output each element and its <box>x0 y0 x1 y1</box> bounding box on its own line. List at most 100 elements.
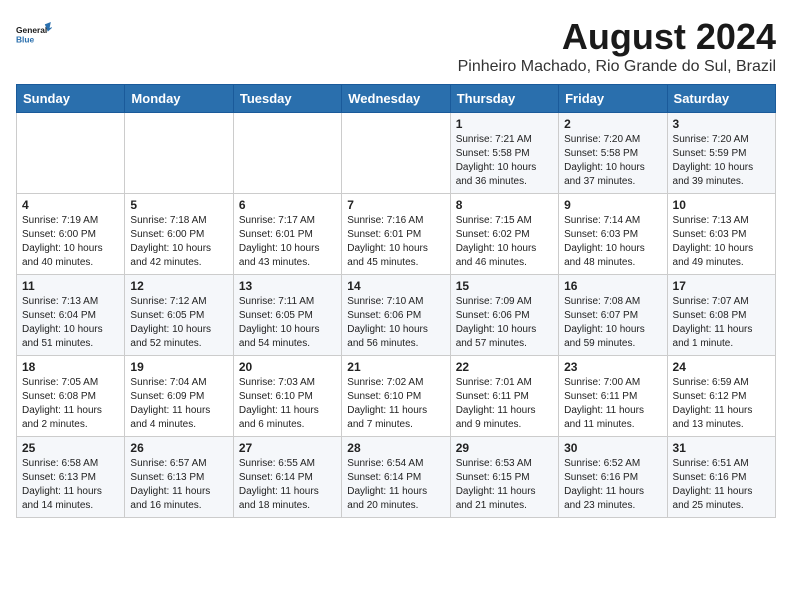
day-info: Sunrise: 7:04 AM Sunset: 6:09 PM Dayligh… <box>130 376 227 432</box>
day-info: Sunrise: 7:10 AM Sunset: 6:06 PM Dayligh… <box>347 295 444 351</box>
calendar-day-cell: 11 Sunrise: 7:13 AM Sunset: 6:04 PM Dayli… <box>17 275 125 356</box>
day-info: Sunrise: 7:17 AM Sunset: 6:01 PM Dayligh… <box>239 214 336 270</box>
day-info: Sunrise: 6:57 AM Sunset: 6:13 PM Dayligh… <box>130 457 227 513</box>
calendar-week-row: 11 Sunrise: 7:13 AM Sunset: 6:04 PM Dayli… <box>17 275 776 356</box>
calendar-day-cell: 3 Sunrise: 7:20 AM Sunset: 5:59 PM Daylig… <box>667 113 775 194</box>
calendar-day-cell: 18Sunrise: 7:05 AM Sunset: 6:08 PM Dayli… <box>17 356 125 437</box>
calendar-day-cell: 26 Sunrise: 6:57 AM Sunset: 6:13 PM Dayli… <box>125 437 233 518</box>
day-info: Sunrise: 6:52 AM Sunset: 6:16 PM Dayligh… <box>564 457 661 513</box>
calendar-day-cell: 9Sunrise: 7:14 AM Sunset: 6:03 PM Daylig… <box>559 194 667 275</box>
day-info: Sunrise: 7:12 AM Sunset: 6:05 PM Dayligh… <box>130 295 227 351</box>
day-info: Sunrise: 6:59 AM Sunset: 6:12 PM Dayligh… <box>673 376 770 432</box>
day-number: 11 <box>22 279 119 293</box>
calendar-day-cell: 15 Sunrise: 7:09 AM Sunset: 6:06 PM Dayli… <box>450 275 558 356</box>
day-info: Sunrise: 7:20 AM Sunset: 5:58 PM Dayligh… <box>564 133 661 189</box>
day-number: 5 <box>130 198 227 212</box>
calendar-day-header: Wednesday <box>342 85 450 113</box>
calendar-week-row: 4 Sunrise: 7:19 AM Sunset: 6:00 PM Daylig… <box>17 194 776 275</box>
calendar-day-cell: 12 Sunrise: 7:12 AM Sunset: 6:05 PM Dayli… <box>125 275 233 356</box>
day-info: Sunrise: 7:11 AM Sunset: 6:05 PM Dayligh… <box>239 295 336 351</box>
day-info: Sunrise: 7:01 AM Sunset: 6:11 PM Dayligh… <box>456 376 553 432</box>
calendar-day-cell: 16 Sunrise: 7:08 AM Sunset: 6:07 PM Dayli… <box>559 275 667 356</box>
day-number: 8 <box>456 198 553 212</box>
calendar-day-cell: 23 Sunrise: 7:00 AM Sunset: 6:11 PM Dayli… <box>559 356 667 437</box>
calendar-day-header: Sunday <box>17 85 125 113</box>
day-number: 26 <box>130 441 227 455</box>
day-info: Sunrise: 6:51 AM Sunset: 6:16 PM Dayligh… <box>673 457 770 513</box>
day-info: Sunrise: 7:20 AM Sunset: 5:59 PM Dayligh… <box>673 133 770 189</box>
day-number: 12 <box>130 279 227 293</box>
calendar-day-cell <box>342 113 450 194</box>
calendar-day-cell: 13 Sunrise: 7:11 AM Sunset: 6:05 PM Dayli… <box>233 275 341 356</box>
calendar-day-cell: 2 Sunrise: 7:20 AM Sunset: 5:58 PM Daylig… <box>559 113 667 194</box>
day-number: 13 <box>239 279 336 293</box>
calendar-day-cell: 24Sunrise: 6:59 AM Sunset: 6:12 PM Dayli… <box>667 356 775 437</box>
calendar-day-cell: 6Sunrise: 7:17 AM Sunset: 6:01 PM Daylig… <box>233 194 341 275</box>
location-title: Pinheiro Machado, Rio Grande do Sul, Bra… <box>458 58 776 76</box>
day-info: Sunrise: 7:08 AM Sunset: 6:07 PM Dayligh… <box>564 295 661 351</box>
day-number: 10 <box>673 198 770 212</box>
day-number: 21 <box>347 360 444 374</box>
day-info: Sunrise: 7:09 AM Sunset: 6:06 PM Dayligh… <box>456 295 553 351</box>
calendar-week-row: 25Sunrise: 6:58 AM Sunset: 6:13 PM Dayli… <box>17 437 776 518</box>
day-info: Sunrise: 7:15 AM Sunset: 6:02 PM Dayligh… <box>456 214 553 270</box>
calendar-day-header: Monday <box>125 85 233 113</box>
day-number: 25 <box>22 441 119 455</box>
day-info: Sunrise: 7:13 AM Sunset: 6:04 PM Dayligh… <box>22 295 119 351</box>
calendar-day-cell <box>17 113 125 194</box>
page-header: General Blue August 2024 Pinheiro Machad… <box>16 16 776 76</box>
day-info: Sunrise: 7:02 AM Sunset: 6:10 PM Dayligh… <box>347 376 444 432</box>
day-info: Sunrise: 7:18 AM Sunset: 6:00 PM Dayligh… <box>130 214 227 270</box>
day-number: 16 <box>564 279 661 293</box>
calendar-day-cell <box>125 113 233 194</box>
day-number: 1 <box>456 117 553 131</box>
day-info: Sunrise: 7:21 AM Sunset: 5:58 PM Dayligh… <box>456 133 553 189</box>
day-info: Sunrise: 7:03 AM Sunset: 6:10 PM Dayligh… <box>239 376 336 432</box>
day-number: 27 <box>239 441 336 455</box>
calendar-week-row: 1 Sunrise: 7:21 AM Sunset: 5:58 PM Daylig… <box>17 113 776 194</box>
day-number: 17 <box>673 279 770 293</box>
calendar-day-cell: 7 Sunrise: 7:16 AM Sunset: 6:01 PM Daylig… <box>342 194 450 275</box>
day-number: 28 <box>347 441 444 455</box>
calendar-day-header: Saturday <box>667 85 775 113</box>
calendar-day-cell: 29 Sunrise: 6:53 AM Sunset: 6:15 PM Dayli… <box>450 437 558 518</box>
day-number: 23 <box>564 360 661 374</box>
day-info: Sunrise: 6:53 AM Sunset: 6:15 PM Dayligh… <box>456 457 553 513</box>
calendar-day-cell: 10 Sunrise: 7:13 AM Sunset: 6:03 PM Dayli… <box>667 194 775 275</box>
calendar-week-row: 18Sunrise: 7:05 AM Sunset: 6:08 PM Dayli… <box>17 356 776 437</box>
day-number: 22 <box>456 360 553 374</box>
calendar-day-cell: 27Sunrise: 6:55 AM Sunset: 6:14 PM Dayli… <box>233 437 341 518</box>
day-number: 3 <box>673 117 770 131</box>
day-info: Sunrise: 7:13 AM Sunset: 6:03 PM Dayligh… <box>673 214 770 270</box>
calendar-table: SundayMondayTuesdayWednesdayThursdayFrid… <box>16 84 776 518</box>
calendar-day-cell: 20Sunrise: 7:03 AM Sunset: 6:10 PM Dayli… <box>233 356 341 437</box>
calendar-header-row: SundayMondayTuesdayWednesdayThursdayFrid… <box>17 85 776 113</box>
day-info: Sunrise: 7:14 AM Sunset: 6:03 PM Dayligh… <box>564 214 661 270</box>
calendar-day-cell: 21 Sunrise: 7:02 AM Sunset: 6:10 PM Dayli… <box>342 356 450 437</box>
calendar-day-cell: 14 Sunrise: 7:10 AM Sunset: 6:06 PM Dayli… <box>342 275 450 356</box>
calendar-day-cell: 4 Sunrise: 7:19 AM Sunset: 6:00 PM Daylig… <box>17 194 125 275</box>
logo: General Blue <box>16 16 52 52</box>
calendar-day-cell: 19Sunrise: 7:04 AM Sunset: 6:09 PM Dayli… <box>125 356 233 437</box>
day-info: Sunrise: 7:19 AM Sunset: 6:00 PM Dayligh… <box>22 214 119 270</box>
calendar-day-cell: 8 Sunrise: 7:15 AM Sunset: 6:02 PM Daylig… <box>450 194 558 275</box>
day-number: 4 <box>22 198 119 212</box>
day-info: Sunrise: 7:00 AM Sunset: 6:11 PM Dayligh… <box>564 376 661 432</box>
calendar-day-cell: 5 Sunrise: 7:18 AM Sunset: 6:00 PM Daylig… <box>125 194 233 275</box>
day-number: 15 <box>456 279 553 293</box>
calendar-day-cell: 25Sunrise: 6:58 AM Sunset: 6:13 PM Dayli… <box>17 437 125 518</box>
month-title: August 2024 <box>458 16 776 58</box>
day-info: Sunrise: 6:54 AM Sunset: 6:14 PM Dayligh… <box>347 457 444 513</box>
calendar-day-header: Tuesday <box>233 85 341 113</box>
day-number: 2 <box>564 117 661 131</box>
day-number: 29 <box>456 441 553 455</box>
logo-icon: General Blue <box>16 16 52 52</box>
day-number: 14 <box>347 279 444 293</box>
day-info: Sunrise: 7:16 AM Sunset: 6:01 PM Dayligh… <box>347 214 444 270</box>
calendar-day-header: Thursday <box>450 85 558 113</box>
day-info: Sunrise: 7:05 AM Sunset: 6:08 PM Dayligh… <box>22 376 119 432</box>
day-info: Sunrise: 7:07 AM Sunset: 6:08 PM Dayligh… <box>673 295 770 351</box>
day-number: 7 <box>347 198 444 212</box>
calendar-day-cell: 28 Sunrise: 6:54 AM Sunset: 6:14 PM Dayli… <box>342 437 450 518</box>
calendar-day-cell: 22 Sunrise: 7:01 AM Sunset: 6:11 PM Dayli… <box>450 356 558 437</box>
